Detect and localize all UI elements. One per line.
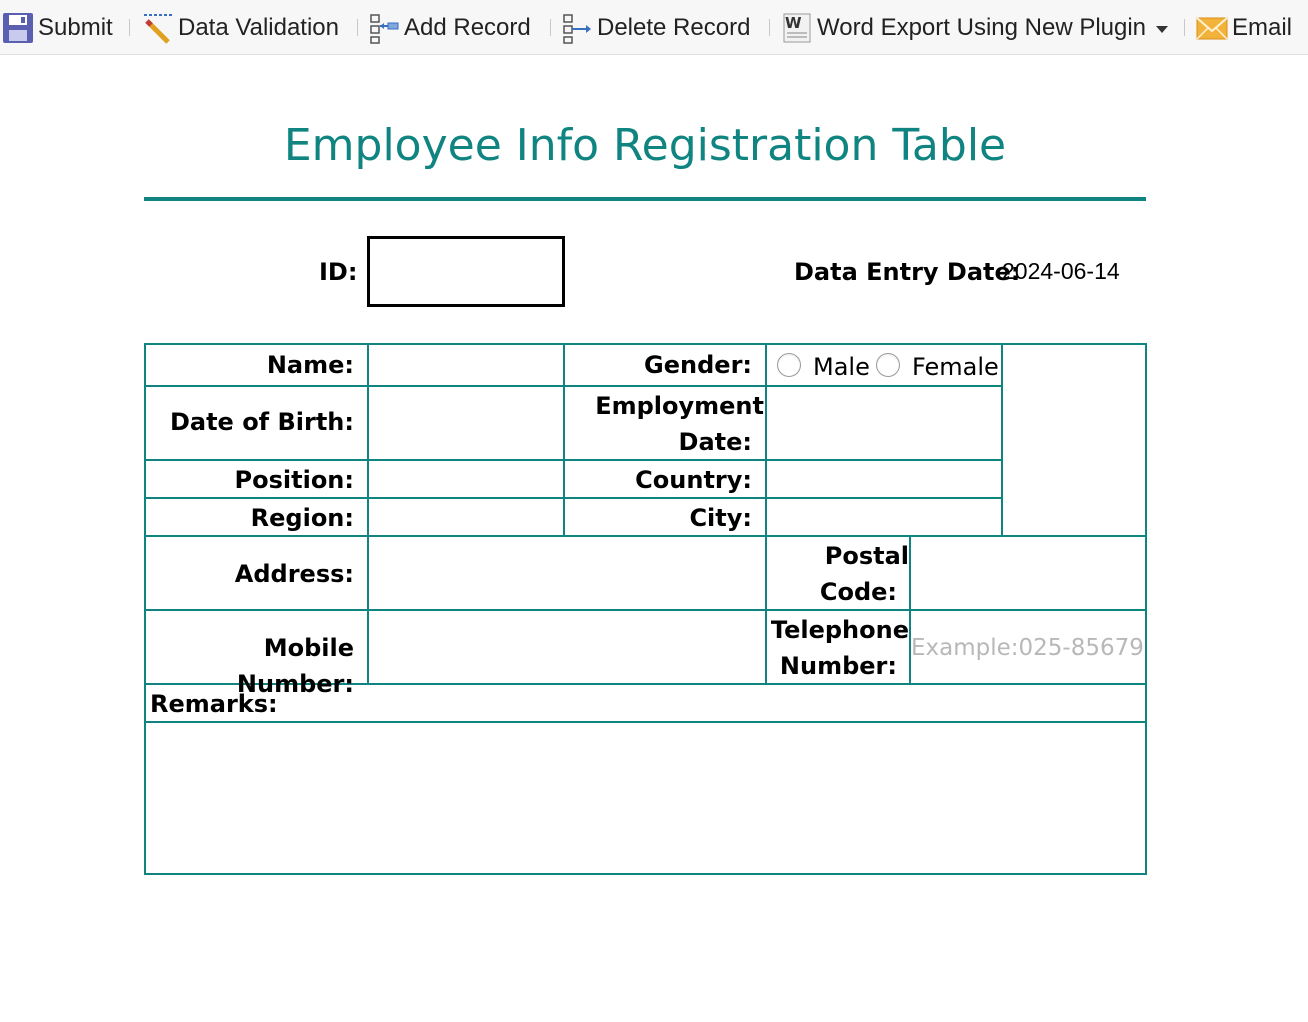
telephone-number-label-line2: Number: <box>779 652 897 680</box>
validation-wand-icon <box>142 12 174 44</box>
postal-code-label-line2: Code: <box>819 578 897 606</box>
telephone-number-label-line1: Telephone <box>770 616 909 644</box>
mobile-number-input[interactable] <box>369 611 765 683</box>
page-title: Employee Info Registration Table <box>283 120 1007 171</box>
photo-area[interactable] <box>1003 345 1145 535</box>
id-input[interactable] <box>367 236 565 307</box>
postal-code-label-line1: Postal <box>824 542 909 570</box>
employment-date-label-line2: Date: <box>678 428 752 456</box>
data-entry-date-value: 2024-06-14 <box>1002 258 1120 284</box>
region-label: Region: <box>250 504 354 532</box>
toolbar-separator <box>357 19 358 36</box>
chevron-down-icon <box>1156 25 1169 33</box>
name-input[interactable] <box>369 345 563 385</box>
envelope-icon <box>1196 12 1228 44</box>
delete-record-icon <box>561 12 593 44</box>
city-label: City: <box>689 504 752 532</box>
save-icon <box>2 12 34 44</box>
address-label: Address: <box>234 560 354 588</box>
table-border <box>144 873 1147 875</box>
add-record-button[interactable]: Add Record <box>368 0 531 55</box>
remarks-label: Remarks: <box>150 690 278 718</box>
gender-female-radio[interactable] <box>876 353 900 377</box>
table-border <box>1145 343 1147 875</box>
position-input[interactable] <box>369 461 563 497</box>
region-input[interactable] <box>369 499 563 535</box>
word-document-icon: W <box>781 12 813 44</box>
email-label: Email <box>1232 13 1293 41</box>
country-label: Country: <box>635 466 752 494</box>
toolbar-separator <box>769 19 770 36</box>
word-export-dropdown[interactable]: W Word Export Using New Plugin <box>781 0 1169 55</box>
submit-label: Submit <box>38 13 113 41</box>
data-entry-date-label: Data Entry Date: <box>794 258 1021 286</box>
title-divider <box>144 197 1146 201</box>
toolbar-separator <box>1184 19 1185 36</box>
table-border <box>144 343 1147 345</box>
data-validation-button[interactable]: Data Validation <box>142 0 339 55</box>
gender-male-label[interactable]: Male <box>813 353 870 381</box>
date-of-birth-label: Date of Birth: <box>169 408 354 436</box>
employment-date-input[interactable] <box>767 387 1001 459</box>
add-record-icon <box>368 12 400 44</box>
name-label: Name: <box>266 351 354 379</box>
delete-record-button[interactable]: Delete Record <box>561 0 750 55</box>
telephone-number-input[interactable]: Example:025-85679591 <box>911 630 1145 666</box>
email-button[interactable]: Email <box>1196 0 1292 55</box>
employee-form-table: Name: Gender: Male Female Date of Birth:… <box>144 343 1147 875</box>
position-label: Position: <box>234 466 354 494</box>
gender-female-label[interactable]: Female <box>912 353 999 381</box>
employment-date-label-line1: Employment <box>595 392 764 420</box>
date-of-birth-input[interactable] <box>369 387 563 459</box>
svg-text:W: W <box>785 14 802 32</box>
city-input[interactable] <box>767 499 1001 535</box>
gender-male-radio[interactable] <box>777 353 801 377</box>
toolbar-separator <box>129 19 130 36</box>
submit-button[interactable]: Submit <box>2 0 113 55</box>
id-label: ID: <box>319 258 358 286</box>
toolbar-separator <box>550 19 551 36</box>
add-record-label: Add Record <box>404 13 531 41</box>
country-input[interactable] <box>767 461 1001 497</box>
delete-record-label: Delete Record <box>597 13 751 41</box>
word-export-label: Word Export Using New Plugin <box>817 13 1147 41</box>
gender-label: Gender: <box>644 351 752 379</box>
data-validation-label: Data Validation <box>178 13 339 41</box>
postal-code-input[interactable] <box>911 537 1145 609</box>
address-input[interactable] <box>369 537 765 609</box>
remarks-textarea[interactable] <box>146 723 1145 873</box>
toolbar: Submit Data Validation Add Record Delete… <box>0 0 1308 55</box>
